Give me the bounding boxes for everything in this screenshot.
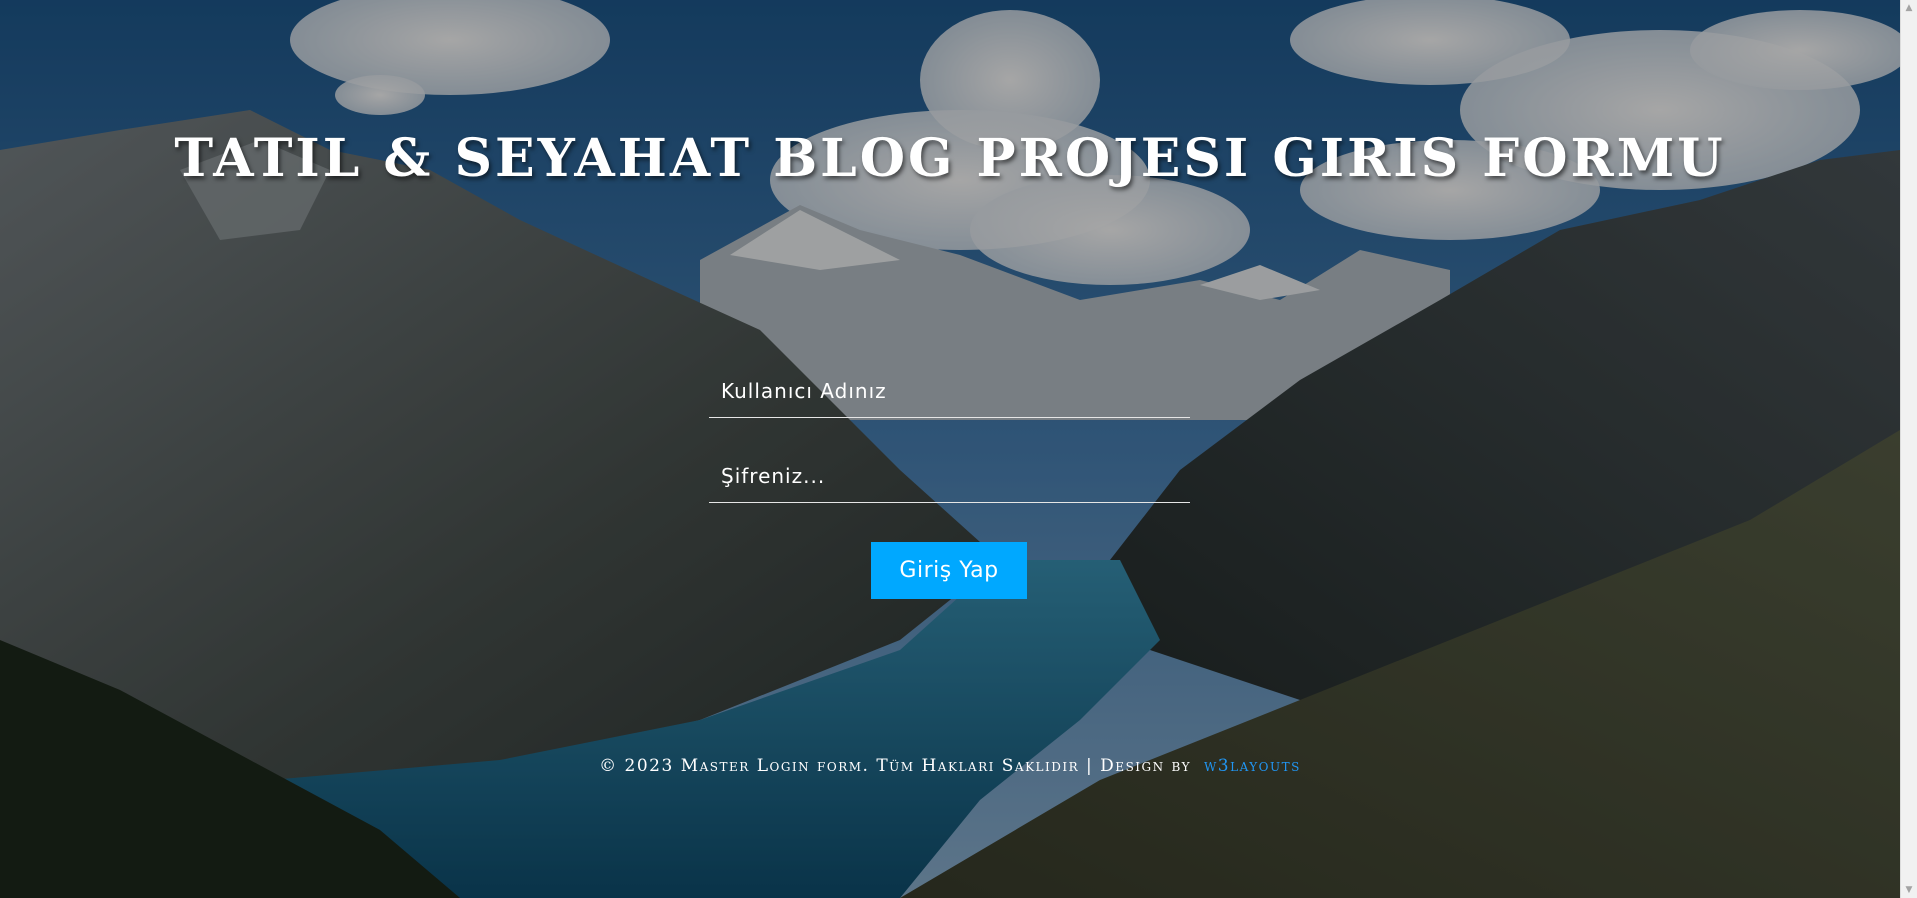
footer-link-w3layouts[interactable]: w3layouts — [1204, 756, 1301, 776]
footer-text: © 2023 Master Login form. Tüm Hakları Sa… — [599, 756, 1192, 776]
footer-copyright: © 2023 Master Login form. Tüm Hakları Sa… — [0, 756, 1900, 776]
vertical-scrollbar[interactable]: ▲ ▼ — [1900, 0, 1917, 898]
scroll-up-arrow-icon[interactable]: ▲ — [1901, 0, 1917, 16]
username-input[interactable] — [709, 360, 1190, 418]
login-button[interactable]: Giriş Yap — [871, 542, 1027, 599]
password-input[interactable] — [709, 445, 1190, 503]
page-title: TATIL & SEYAHAT BLOG PROJESI GIRIS FORMU — [174, 128, 1726, 189]
scroll-down-arrow-icon[interactable]: ▼ — [1901, 882, 1917, 898]
login-form — [709, 360, 1190, 503]
